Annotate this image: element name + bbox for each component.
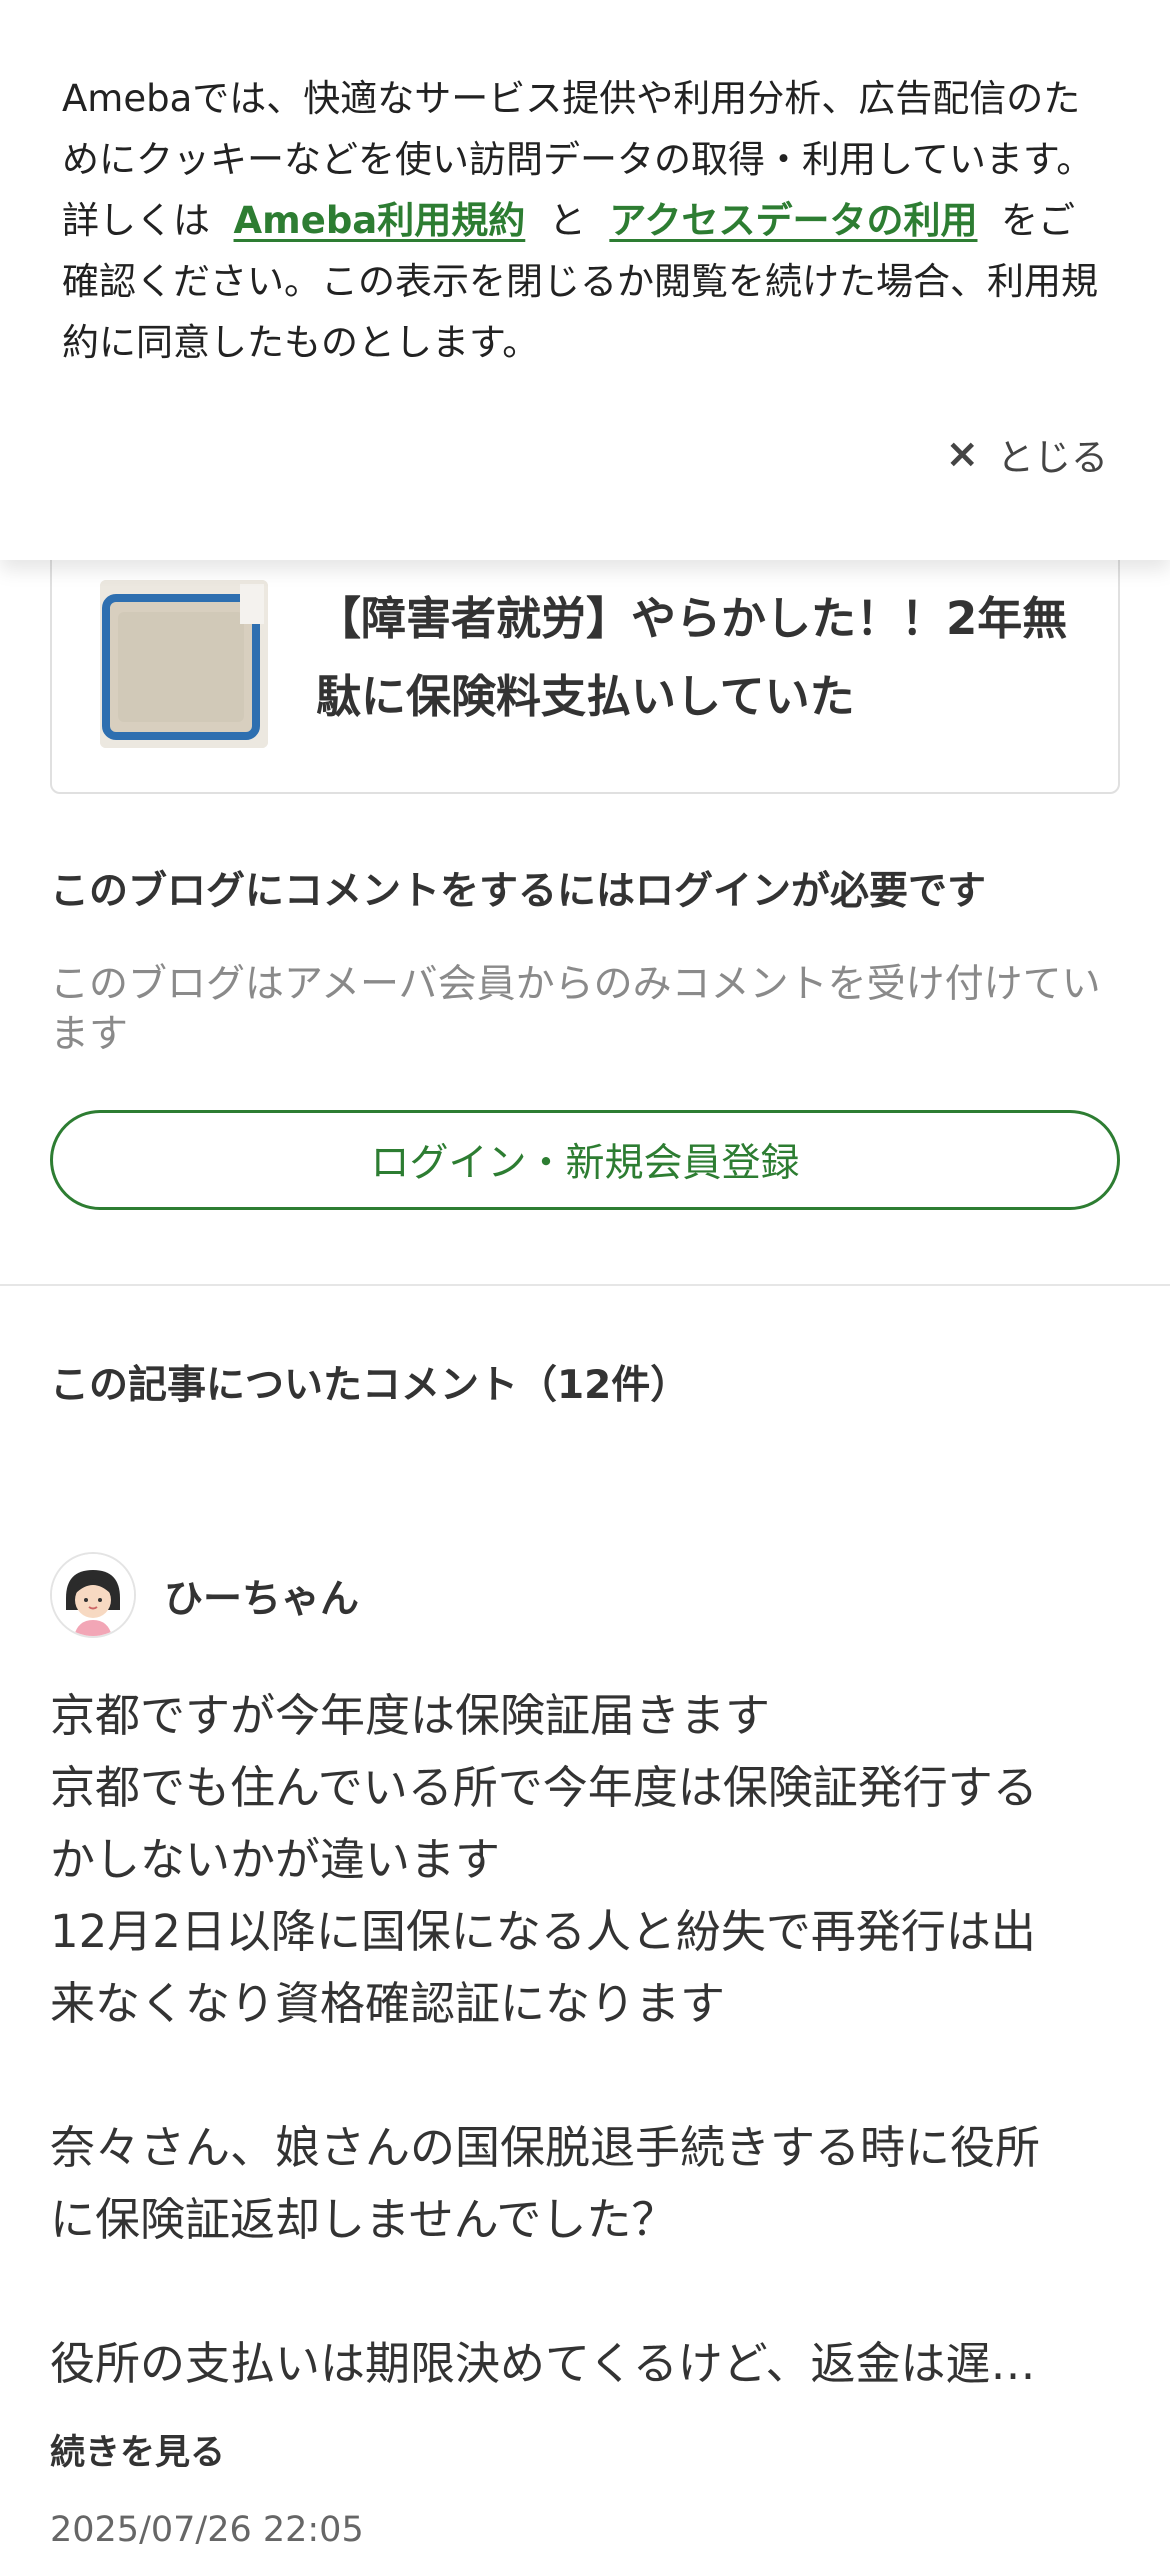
comment-line: 京都ですが今年度は保険証届きます [50,1689,771,1742]
related-article-title: 【障害者就労】やらかした！！2年無駄に保険料支払いしていた [316,592,1068,723]
cookie-close-button[interactable]: × とじる [945,426,1108,482]
ameba-terms-link[interactable]: Ameba利用規約 [234,199,526,242]
cookie-close-label: とじる [997,436,1108,479]
comment-line: に保険証返却しませんでした？ [50,2193,677,2246]
comment-login-note: このブログはアメーバ会員からのみコメントを受け付けています [50,962,1101,1057]
comment-login-heading: このブログにコメントをするにはログインが必要です [50,869,987,914]
read-more-link[interactable]: 続きを見る [50,2424,225,2475]
comment-line: 奈々さん、娘さんの国保脱退手続きする時に役所 [50,2121,1041,2174]
login-register-button[interactable]: ログイン・新規会員登録 [50,1110,1120,1210]
cookie-joiner: と [548,199,586,242]
comment-line: 役所の支払いは期限決めてくるけど、返金は遅… [50,2337,1036,2390]
comment-gap [50,2256,1130,2328]
comment-gap [50,2040,1130,2112]
insurance-card-thumbnail [100,580,268,748]
comment-line: 12月2日以降に国保になる人と紛失で再発行は出 [50,1905,1036,1958]
comment-date: 2025/07/26 22:05 [50,2510,364,2550]
comment-line: 京都でも住んでいる所で今年度は保険証発行する [50,1761,1038,1814]
avatar-icon[interactable] [50,1552,136,1638]
comment-author[interactable]: ひーちゃん [164,1568,359,1624]
close-icon: × [945,431,979,477]
comment-line: 来なくなり資格確認証になります [50,1977,726,2030]
access-data-link[interactable]: アクセスデータの利用 [609,199,977,242]
comment-line: かしないかが違います [50,1833,501,1886]
cookie-message: Amebaでは、快適なサービス提供や利用分析、広告配信のためにクッキーなどを使い… [62,68,1108,373]
cookie-banner: Amebaでは、快適なサービス提供や利用分析、広告配信のためにクッキーなどを使い… [0,0,1170,560]
comments-heading: この記事についたコメント（12件） [50,1363,690,1408]
section-divider [0,1284,1170,1286]
comment-body: 京都ですが今年度は保険証届きます 京都でも住んでいる所で今年度は保険証発行する … [50,1680,1130,2400]
